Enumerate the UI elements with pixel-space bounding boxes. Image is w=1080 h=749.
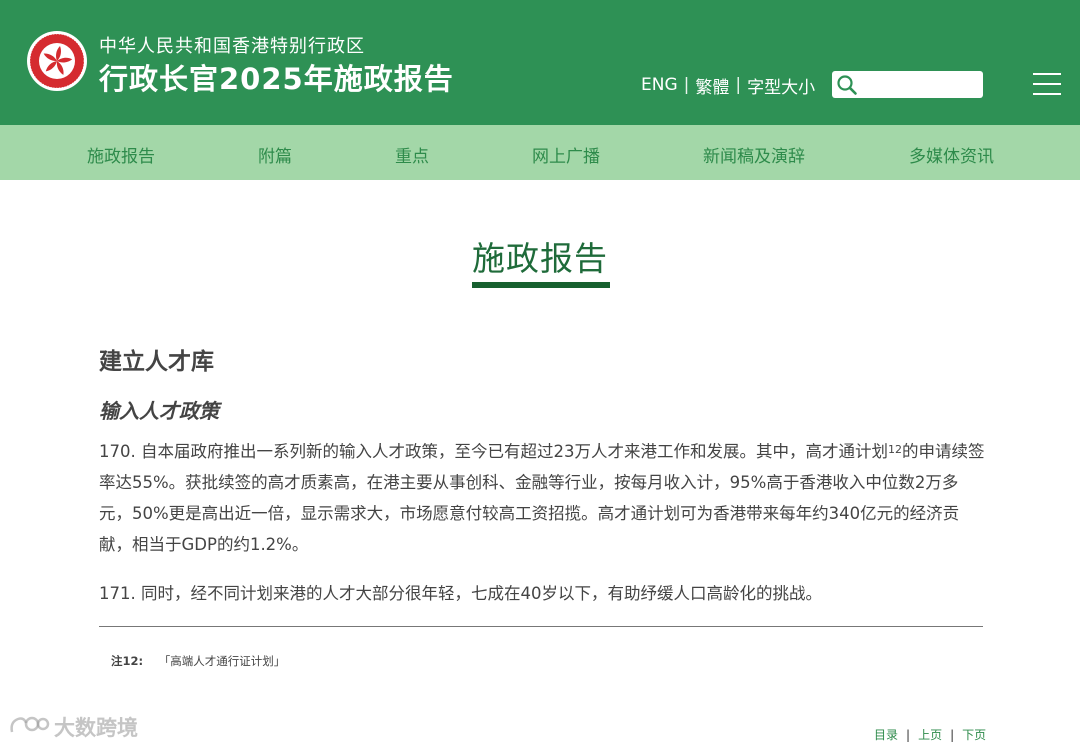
paragraph-170: 170. 自本届政府推出一系列新的输入人才政策，至今已有超过23万人才来港工作和…: [99, 436, 989, 560]
hksar-emblem-icon[interactable]: [26, 30, 88, 92]
search-box: [832, 71, 983, 98]
prev-page-link[interactable]: 上页: [918, 726, 942, 743]
footnote-text: 「高端人才通行证计划」: [158, 654, 286, 668]
hamburger-menu-icon[interactable]: [1033, 73, 1061, 95]
tools-separator: |: [683, 75, 690, 95]
nav-item-press-releases[interactable]: 新闻稿及演辞: [703, 142, 805, 167]
site-subtitle: 中华人民共和国香港特别行政区: [99, 36, 365, 57]
next-page-link[interactable]: 下页: [962, 726, 986, 743]
section-title: 建立人才库: [99, 349, 214, 375]
site-header: 中华人民共和国香港特别行政区 行政长官2025年施政报告 ENG | 繁體 | …: [0, 0, 1080, 125]
nav-item-supplement[interactable]: 附篇: [258, 142, 292, 167]
contents-link[interactable]: 目录: [874, 726, 898, 743]
header-tools: ENG | 繁體 | 字型大小: [641, 73, 815, 98]
pager-separator: |: [906, 727, 911, 742]
main-nav: 施政报告 附篇 重点 网上广播 新闻稿及演辞 多媒体资讯: [0, 125, 1080, 180]
site-title[interactable]: 行政长官2025年施政报告: [99, 56, 454, 98]
nav-item-policy-address[interactable]: 施政报告: [87, 142, 155, 167]
nav-item-highlights[interactable]: 重点: [395, 142, 429, 167]
watermark: 大数跨境: [8, 712, 138, 742]
footnote: 注12: 「高端人才通行证计划」: [111, 653, 285, 669]
page-title-underline: [472, 282, 610, 288]
font-size-link[interactable]: 字型大小: [747, 73, 815, 98]
page-navigation: 目录 | 上页 | 下页: [874, 726, 986, 743]
lang-traditional-link[interactable]: 繁體: [695, 73, 729, 98]
subsection-title: 输入人才政策: [99, 399, 219, 423]
nav-item-webcast[interactable]: 网上广播: [532, 142, 600, 167]
pager-separator: |: [950, 727, 955, 742]
footnote-label: 注12:: [111, 654, 144, 668]
watermark-text: 大数跨境: [54, 716, 138, 740]
search-icon[interactable]: [836, 74, 858, 96]
paragraph-171: 171. 同时，经不同计划来港的人才大部分很年轻，七成在40岁以下，有助纾缓人口…: [99, 584, 822, 603]
nav-item-multimedia[interactable]: 多媒体资讯: [909, 142, 994, 167]
page-title: 施政报告: [472, 239, 608, 278]
footnote-ref-link[interactable]: 12: [888, 443, 902, 456]
tools-separator: |: [735, 75, 742, 95]
search-input[interactable]: [860, 74, 978, 95]
paragraph-text: 170. 自本届政府推出一系列新的输入人才政策，至今已有超过23万人才来港工作和…: [99, 442, 888, 461]
footnote-divider: [99, 626, 983, 627]
lang-english-link[interactable]: ENG: [641, 75, 678, 95]
watermark-logo-icon: [10, 716, 50, 733]
